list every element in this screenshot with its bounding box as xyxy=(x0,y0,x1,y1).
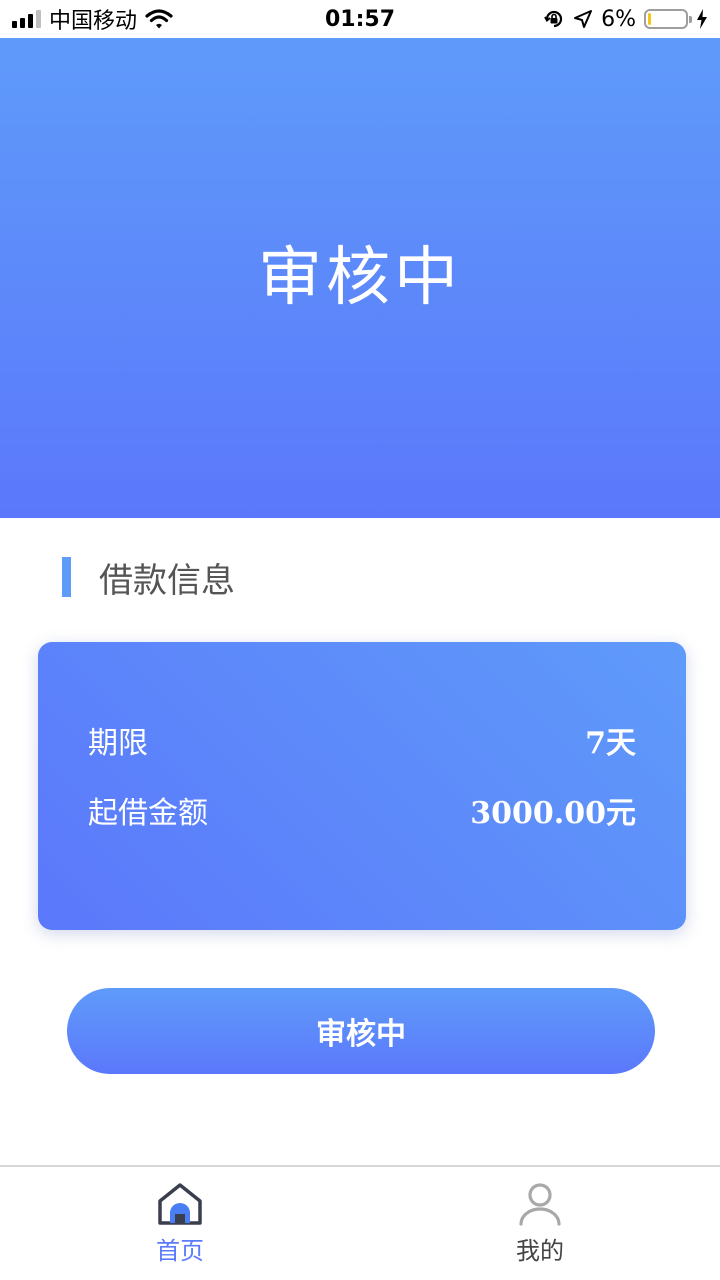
section-title: 借款信息 xyxy=(99,560,235,601)
status-left: 中国移动 xyxy=(12,0,173,38)
tab-home-label: 首页 xyxy=(156,1237,204,1265)
home-icon xyxy=(158,1183,202,1225)
loan-term-label: 期限 xyxy=(88,726,148,761)
wifi-icon xyxy=(145,9,173,29)
signal-icon xyxy=(12,10,41,28)
battery-fill xyxy=(648,13,651,25)
tab-mine[interactable]: 我的 xyxy=(440,1167,640,1280)
carrier-label: 中国移动 xyxy=(49,9,138,34)
tab-home[interactable]: 首页 xyxy=(80,1167,280,1280)
hero-banner: 审核中 xyxy=(0,38,720,518)
loan-term-row: 期限 7天 xyxy=(88,718,636,762)
hero-status-title: 审核中 xyxy=(258,241,462,315)
review-status-button[interactable]: 审核中 xyxy=(67,988,655,1074)
section-accent-bar xyxy=(62,557,71,597)
loan-term-value: 7天 xyxy=(585,726,636,761)
rotation-lock-icon xyxy=(544,10,563,28)
loan-amount-label: 起借金额 xyxy=(88,796,208,831)
tab-mine-label: 我的 xyxy=(516,1237,564,1265)
screen: 中国移动 01:57 6% 审核中 借款信息 期限 7天 起借金额 3000.0… xyxy=(0,0,720,1280)
loan-amount-row: 起借金额 3000.00元 xyxy=(88,788,636,832)
loan-info-card: 期限 7天 起借金额 3000.00元 xyxy=(38,642,686,930)
battery-percent: 6% xyxy=(601,6,636,32)
status-bar: 中国移动 01:57 6% xyxy=(0,0,720,38)
section-header: 借款信息 xyxy=(62,556,235,601)
user-icon xyxy=(519,1183,561,1226)
status-right: 6% xyxy=(543,0,708,38)
battery-icon xyxy=(644,9,692,29)
location-icon xyxy=(574,10,593,28)
tab-bar: 首页 我的 xyxy=(0,1165,720,1280)
loan-amount-value: 3000.00元 xyxy=(470,796,636,831)
charging-icon xyxy=(697,9,707,29)
